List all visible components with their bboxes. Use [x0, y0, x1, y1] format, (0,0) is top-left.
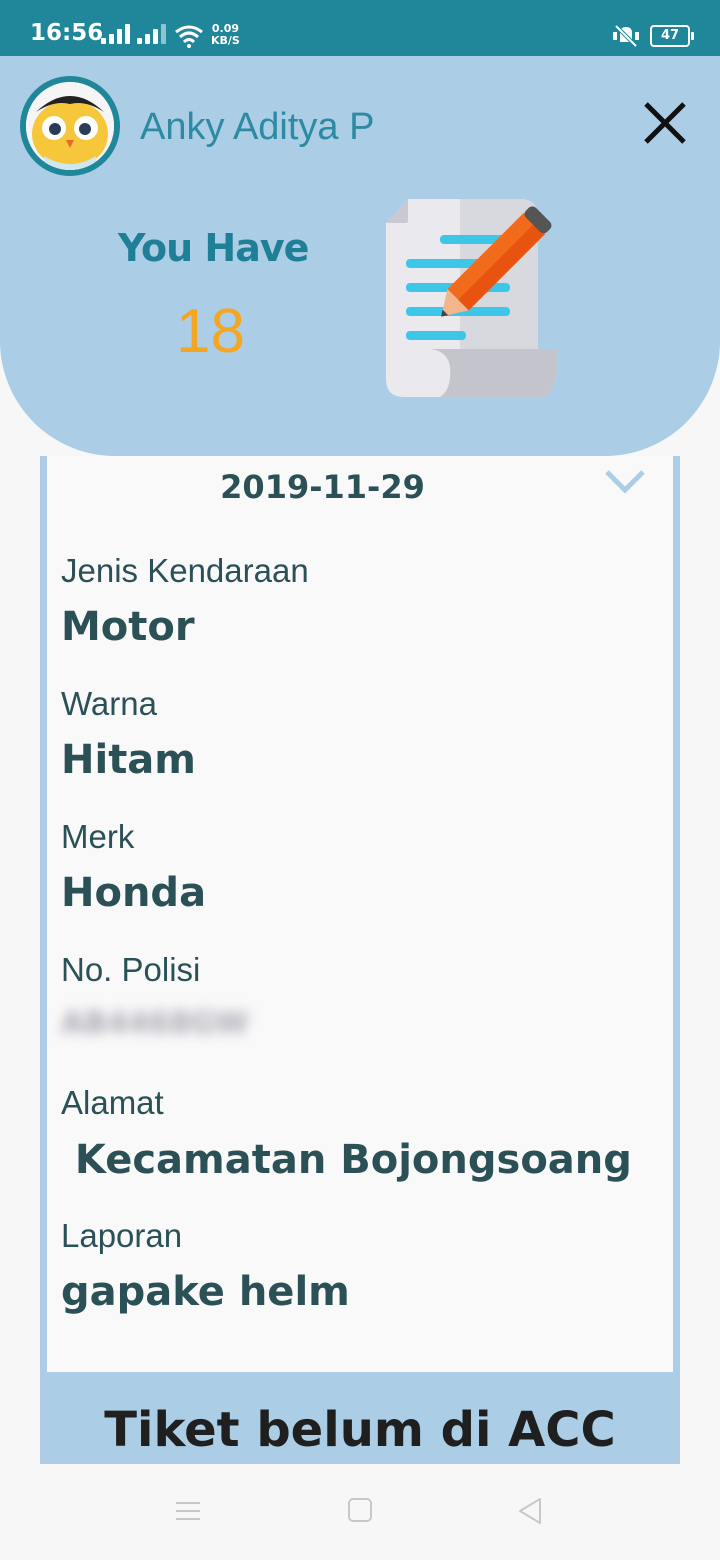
- report-value: gapake helm: [61, 1269, 350, 1315]
- address-label: Alamat: [61, 1084, 164, 1121]
- net-speed: 0.09 KB/S: [211, 23, 240, 47]
- status-time: 16:56: [30, 20, 104, 46]
- color-value: Hitam: [61, 737, 196, 783]
- profile-header: Anky Aditya P You Have 18: [0, 56, 720, 456]
- you-have-label: You Have: [118, 226, 309, 270]
- ticket-status-text: Tiket belum di ACC: [104, 1402, 616, 1458]
- plate-number-label: No. Polisi: [61, 951, 201, 988]
- user-name: Anky Aditya P: [140, 106, 375, 148]
- ticket-date: 2019-11-29: [220, 468, 425, 506]
- chevron-down-icon[interactable]: [603, 466, 647, 496]
- ticket-card: 2019-11-29 Jenis Kendaraan Motor Warna H…: [40, 456, 680, 1372]
- avatar[interactable]: [20, 76, 120, 176]
- ticket-status-banner: Tiket belum di ACC: [40, 1372, 680, 1464]
- address-value: Kecamatan Bojongsoang: [61, 1137, 632, 1183]
- avatar-image: [26, 82, 114, 170]
- home-icon[interactable]: [342, 1496, 378, 1526]
- back-icon[interactable]: [512, 1496, 548, 1526]
- ticket-count: 18: [176, 297, 245, 366]
- vehicle-type-label: Jenis Kendaraan: [61, 552, 309, 589]
- status-bar: 16:56 0.09 KB/S 47: [0, 0, 720, 56]
- brand-value: Honda: [61, 870, 207, 916]
- vehicle-type-value: Motor: [61, 604, 195, 650]
- report-label: Laporan: [61, 1217, 183, 1254]
- brand-label: Merk: [61, 818, 135, 855]
- system-nav-bar: [0, 1464, 720, 1560]
- document-pencil-icon: [386, 199, 558, 397]
- battery-icon: 47: [650, 25, 694, 47]
- mute-icon: [613, 24, 639, 48]
- close-icon[interactable]: [638, 96, 692, 150]
- wifi-icon: [175, 25, 203, 48]
- color-label: Warna: [61, 685, 157, 722]
- plate-number-value: AB4468GW: [61, 1006, 249, 1041]
- net-speed-unit: KB/S: [211, 34, 240, 47]
- menu-icon[interactable]: [170, 1496, 206, 1526]
